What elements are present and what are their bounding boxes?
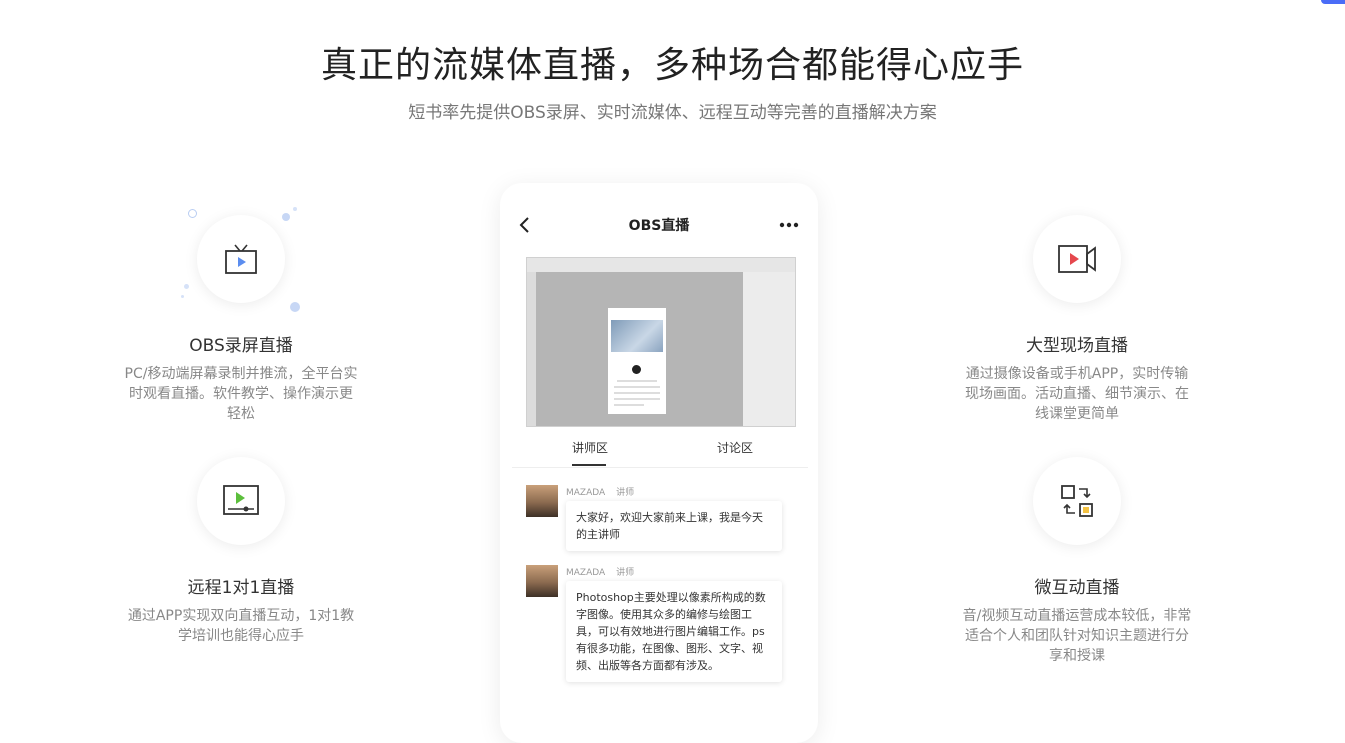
avatar xyxy=(526,485,558,517)
feature-desc: PC/移动端屏幕录制并推流，全平台实时观看直播。软件教学、操作演示更轻松 xyxy=(124,366,358,422)
sender-name: MAZADA xyxy=(566,568,606,578)
feature-title: 远程1对1直播 xyxy=(187,578,295,598)
play-icon xyxy=(632,365,641,374)
phone-header: OBS直播 xyxy=(500,213,818,237)
page-title: 真正的流媒体直播，多种场合都能得心应手 xyxy=(320,45,1024,86)
avatar xyxy=(526,565,558,597)
message-meta: MAZADA 讲师 xyxy=(566,485,642,498)
corner-tab[interactable] xyxy=(1321,0,1345,4)
icon-circle xyxy=(1033,215,1121,303)
feature-title: 大型现场直播 xyxy=(1026,336,1128,356)
ps-canvas xyxy=(536,272,743,426)
video-player[interactable] xyxy=(526,257,796,427)
feature-obs: OBS录屏直播 PC/移动端屏幕录制并推流，全平台实时观看直播。软件教学、操作演… xyxy=(111,215,371,424)
ps-toolbar xyxy=(527,258,795,273)
ps-text-line xyxy=(614,398,660,400)
page-subtitle: 短书率先提供OBS录屏、实时流媒体、远程互动等完善的直播解决方案 xyxy=(408,103,937,123)
icon-circle xyxy=(197,215,285,303)
exchange-icon xyxy=(1061,485,1093,517)
sender-role: 讲师 xyxy=(616,568,635,578)
screen-play-icon xyxy=(223,485,259,515)
feature-title: OBS录屏直播 xyxy=(189,336,293,356)
feature-title: 微互动直播 xyxy=(1034,578,1120,598)
tab-bar: 讲师区 讨论区 xyxy=(512,437,808,468)
video-camera-icon xyxy=(1058,245,1096,273)
ps-panels xyxy=(743,272,795,426)
message-meta: MAZADA 讲师 xyxy=(566,565,642,578)
feature-desc: 音/视频互动直播运营成本较低，非常适合个人和团队针对知识主题进行分享和授课 xyxy=(962,608,1192,664)
sender-name: MAZADA xyxy=(566,488,606,498)
ps-text-line xyxy=(614,392,660,394)
icon-circle xyxy=(197,457,285,545)
decorative-dot xyxy=(293,207,297,211)
ps-document xyxy=(608,308,666,414)
ps-tools xyxy=(527,272,536,426)
message-bubble: 大家好，欢迎大家前来上课，我是今天的主讲师 xyxy=(566,501,782,551)
ps-text-line xyxy=(614,404,644,406)
feature-desc: 通过摄像设备或手机APP，实时传输现场画面。活动直播、细节演示、在线课堂更简单 xyxy=(965,366,1189,422)
ps-thumbnail xyxy=(611,320,663,352)
more-icon[interactable] xyxy=(778,215,800,235)
tab-lecturer[interactable]: 讲师区 xyxy=(572,439,608,456)
feature-desc: 通过APP实现双向直播互动，1对1教学培训也能得心应手 xyxy=(127,608,355,644)
feature-live: 大型现场直播 通过摄像设备或手机APP，实时传输现场画面。活动直播、细节演示、在… xyxy=(947,215,1207,424)
tv-icon xyxy=(225,244,257,274)
message-bubble: Photoshop主要处理以像素所构成的数字图像。使用其众多的编修与绘图工具，可… xyxy=(566,581,782,682)
feature-remote: 远程1对1直播 通过APP实现双向直播互动，1对1教学培训也能得心应手 xyxy=(111,457,371,646)
feature-micro: 微互动直播 音/视频互动直播运营成本较低，非常适合个人和团队针对知识主题进行分享… xyxy=(947,457,1207,666)
sender-role: 讲师 xyxy=(616,488,635,498)
ps-text-line xyxy=(617,380,657,382)
ps-text-line xyxy=(614,386,660,388)
phone-mockup: OBS直播 讲师区 讨论区 MAZADA 讲师 大家好，欢迎大家前来上课，我是今… xyxy=(500,183,818,743)
icon-circle xyxy=(1033,457,1121,545)
active-tab-indicator xyxy=(572,464,606,466)
tab-discussion[interactable]: 讨论区 xyxy=(717,439,753,456)
phone-title: OBS直播 xyxy=(628,218,690,234)
